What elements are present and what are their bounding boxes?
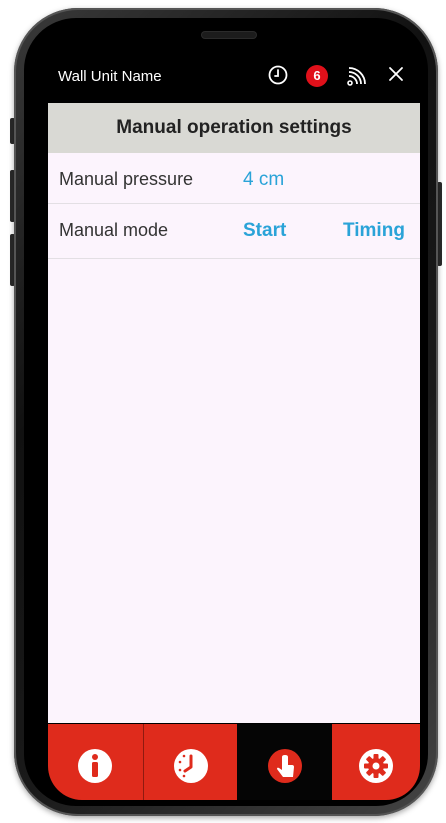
clock-icon[interactable] (268, 65, 288, 85)
manual-mode-label: Manual mode (59, 220, 169, 240)
manual-touch-icon (267, 749, 302, 783)
tab-manual[interactable] (237, 724, 332, 800)
tab-settings[interactable] (332, 724, 420, 800)
notification-badge[interactable]: 6 (306, 65, 328, 87)
manual-pressure-label: Manual pressure (59, 169, 194, 189)
manual-pressure-value[interactable]: 4 cm (243, 169, 284, 191)
timing-button[interactable]: Timing (343, 220, 405, 242)
tab-info[interactable] (48, 724, 141, 800)
phone-speaker (202, 32, 256, 38)
schedule-clock-icon (173, 749, 208, 783)
manual-mode-row: Manual mode Start Timing (48, 204, 420, 259)
tab-schedule[interactable] (143, 724, 237, 800)
manual-settings-screen: Manual operation settings Manual pressur… (48, 103, 420, 723)
bottom-tab-bar (48, 724, 420, 800)
signal-icon[interactable] (345, 64, 369, 88)
app-title: Wall Unit Name (58, 68, 162, 85)
settings-gear-icon (359, 749, 393, 783)
device-mockup: Wall Unit Name 6 Manual operation settin… (0, 0, 446, 823)
manual-pressure-row: Manual pressure 4 cm (48, 155, 420, 204)
info-icon (77, 749, 112, 783)
title-bar: Wall Unit Name 6 (48, 52, 420, 102)
start-button[interactable]: Start (243, 220, 286, 242)
close-icon[interactable] (388, 66, 404, 82)
section-title: Manual operation settings (48, 103, 420, 153)
